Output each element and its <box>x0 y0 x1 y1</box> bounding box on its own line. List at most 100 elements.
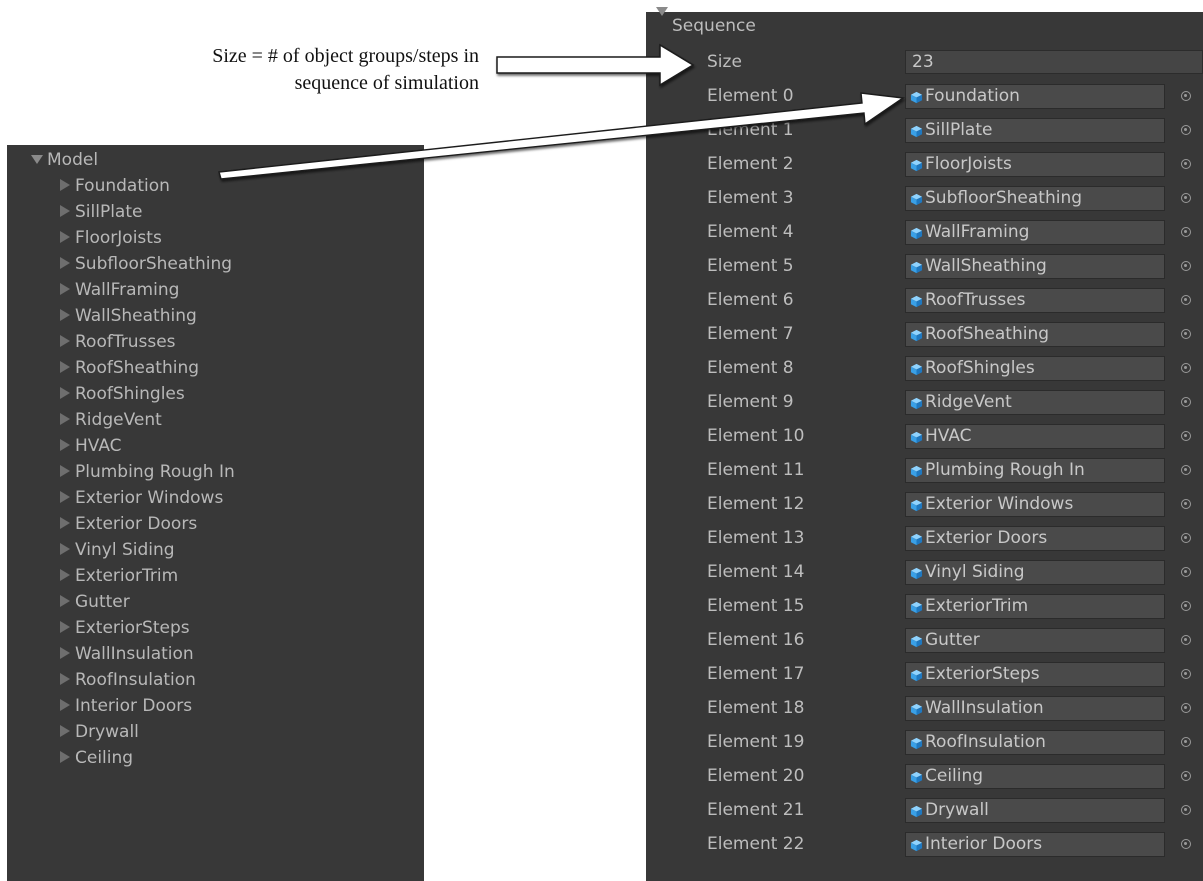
model-child-row[interactable]: Ceiling <box>7 745 477 771</box>
triangle-down-icon[interactable] <box>31 154 43 164</box>
object-picker-icon[interactable] <box>1181 465 1191 475</box>
object-picker-icon[interactable] <box>1181 295 1191 305</box>
object-picker-icon[interactable] <box>1181 737 1191 747</box>
object-picker-icon[interactable] <box>1181 227 1191 237</box>
object-field[interactable]: RoofTrusses <box>905 288 1165 313</box>
model-child-row[interactable]: Vinyl Siding <box>7 537 477 563</box>
model-child-row[interactable]: ExteriorSteps <box>7 615 477 641</box>
object-field[interactable]: Exterior Windows <box>905 492 1165 517</box>
triangle-right-icon[interactable] <box>60 361 70 373</box>
object-picker-icon[interactable] <box>1181 329 1191 339</box>
size-input[interactable]: 23 <box>905 50 1203 74</box>
triangle-right-icon[interactable] <box>60 699 70 711</box>
model-child-row[interactable]: WallInsulation <box>7 641 477 667</box>
object-field[interactable]: WallSheathing <box>905 254 1165 279</box>
object-field[interactable]: ExteriorSteps <box>905 662 1165 687</box>
triangle-right-icon[interactable] <box>60 725 70 737</box>
triangle-right-icon[interactable] <box>60 569 70 581</box>
triangle-right-icon[interactable] <box>60 335 70 347</box>
object-field[interactable]: RoofSheathing <box>905 322 1165 347</box>
triangle-right-icon[interactable] <box>60 543 70 555</box>
object-field[interactable]: HVAC <box>905 424 1165 449</box>
triangle-right-icon[interactable] <box>60 647 70 659</box>
object-field[interactable]: Interior Doors <box>905 832 1165 857</box>
triangle-right-icon[interactable] <box>60 283 70 295</box>
object-field[interactable]: Exterior Doors <box>905 526 1165 551</box>
triangle-right-icon[interactable] <box>60 491 70 503</box>
object-field[interactable]: SubfloorSheathing <box>905 186 1165 211</box>
model-child-row[interactable]: Interior Doors <box>7 693 477 719</box>
triangle-right-icon[interactable] <box>60 751 70 763</box>
object-field[interactable]: Vinyl Siding <box>905 560 1165 585</box>
object-picker-icon[interactable] <box>1181 193 1191 203</box>
triangle-right-icon[interactable] <box>60 231 70 243</box>
object-field[interactable]: WallFraming <box>905 220 1165 245</box>
object-picker-icon[interactable] <box>1181 839 1191 849</box>
triangle-right-icon[interactable] <box>60 517 70 529</box>
object-field[interactable]: Foundation <box>905 84 1165 109</box>
triangle-right-icon[interactable] <box>60 439 70 451</box>
triangle-right-icon[interactable] <box>60 621 70 633</box>
object-picker-icon[interactable] <box>1181 261 1191 271</box>
object-field[interactable]: Drywall <box>905 798 1165 823</box>
triangle-right-icon[interactable] <box>60 673 70 685</box>
model-hierarchy-panel: Model Foundation SillPlate FloorJoists Subf… <box>7 145 424 881</box>
model-child-row[interactable]: SubfloorSheathing <box>7 251 477 277</box>
model-child-row[interactable]: Gutter <box>7 589 477 615</box>
model-child-row[interactable]: FloorJoists <box>7 225 477 251</box>
triangle-down-icon[interactable] <box>656 7 668 36</box>
model-child-row[interactable]: Drywall <box>7 719 477 745</box>
object-field[interactable]: Plumbing Rough In <box>905 458 1165 483</box>
object-picker-icon[interactable] <box>1181 499 1191 509</box>
object-field[interactable]: SillPlate <box>905 118 1165 143</box>
object-picker-icon[interactable] <box>1181 635 1191 645</box>
model-child-row[interactable]: SillPlate <box>7 199 477 225</box>
object-picker-icon[interactable] <box>1181 125 1191 135</box>
object-picker-icon[interactable] <box>1181 431 1191 441</box>
model-child-row[interactable]: RoofSheathing <box>7 355 477 381</box>
object-picker-icon[interactable] <box>1181 363 1191 373</box>
model-child-row[interactable]: ExteriorTrim <box>7 563 477 589</box>
triangle-right-icon[interactable] <box>60 179 70 191</box>
model-child-row[interactable]: WallFraming <box>7 277 477 303</box>
object-picker-icon[interactable] <box>1181 601 1191 611</box>
model-root-row[interactable]: Model <box>7 147 448 173</box>
object-field[interactable]: RoofShingles <box>905 356 1165 381</box>
object-picker-icon[interactable] <box>1181 397 1191 407</box>
object-field[interactable]: ExteriorTrim <box>905 594 1165 619</box>
object-picker-icon[interactable] <box>1181 533 1191 543</box>
model-child-row[interactable]: Exterior Doors <box>7 511 477 537</box>
triangle-right-icon[interactable] <box>60 595 70 607</box>
triangle-right-icon[interactable] <box>60 205 70 217</box>
sequence-element-row: Element 11 Plumbing Rough In <box>646 454 1203 486</box>
triangle-right-icon[interactable] <box>60 257 70 269</box>
object-picker-icon[interactable] <box>1181 567 1191 577</box>
model-child-row[interactable]: Exterior Windows <box>7 485 477 511</box>
object-field[interactable]: RidgeVent <box>905 390 1165 415</box>
model-child-row[interactable]: RoofShingles <box>7 381 477 407</box>
model-child-row[interactable]: WallSheathing <box>7 303 477 329</box>
triangle-right-icon[interactable] <box>60 465 70 477</box>
object-picker-icon[interactable] <box>1181 771 1191 781</box>
object-picker-icon[interactable] <box>1181 159 1191 169</box>
triangle-right-icon[interactable] <box>60 387 70 399</box>
model-child-row[interactable]: RoofTrusses <box>7 329 477 355</box>
triangle-right-icon[interactable] <box>60 413 70 425</box>
model-child-row[interactable]: Foundation <box>7 173 477 199</box>
object-field[interactable]: FloorJoists <box>905 152 1165 177</box>
object-picker-icon[interactable] <box>1181 669 1191 679</box>
model-child-row[interactable]: Plumbing Rough In <box>7 459 477 485</box>
cube-icon <box>910 122 923 137</box>
triangle-right-icon[interactable] <box>60 309 70 321</box>
object-picker-icon[interactable] <box>1181 805 1191 815</box>
object-field[interactable]: WallInsulation <box>905 696 1165 721</box>
object-picker-icon[interactable] <box>1181 703 1191 713</box>
object-field[interactable]: Gutter <box>905 628 1165 653</box>
object-picker-icon[interactable] <box>1181 91 1191 101</box>
model-child-row[interactable]: RidgeVent <box>7 407 477 433</box>
model-child-row[interactable]: HVAC <box>7 433 477 459</box>
sequence-header-row[interactable]: Sequence <box>646 7 1203 40</box>
model-child-row[interactable]: RoofInsulation <box>7 667 477 693</box>
object-field[interactable]: RoofInsulation <box>905 730 1165 755</box>
object-field[interactable]: Ceiling <box>905 764 1165 789</box>
